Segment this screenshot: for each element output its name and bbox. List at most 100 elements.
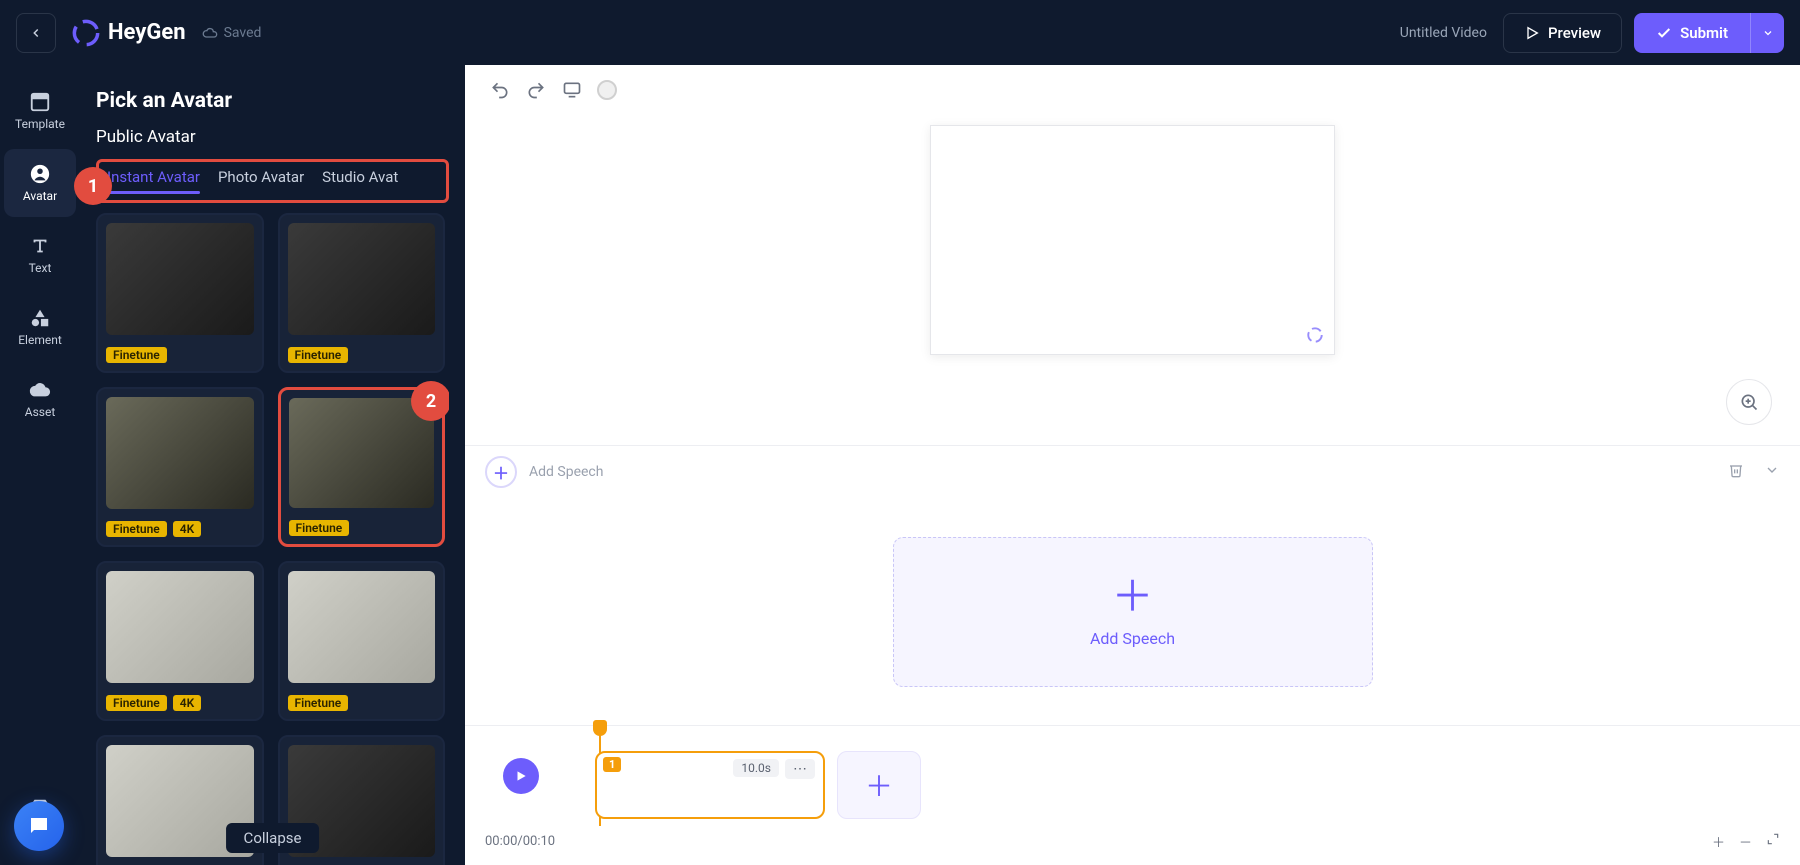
submit-group: Submit <box>1634 13 1784 53</box>
brand-logo: HeyGen <box>72 19 186 47</box>
add-speech-label: Add Speech <box>529 464 603 480</box>
left-rail: Template Avatar Text Element Asset Prici… <box>0 65 80 865</box>
panel-subtitle: Public Avatar <box>96 127 449 147</box>
rail-asset[interactable]: Asset <box>4 365 76 433</box>
add-speech-chip[interactable]: ＋ <box>485 456 517 488</box>
timeline-clip[interactable]: 1 10.0s ⋯ <box>595 751 825 819</box>
avatar-thumbnail <box>106 223 254 335</box>
avatar-card[interactable]: Finetune 4K <box>96 561 264 721</box>
play-icon <box>1524 25 1540 41</box>
redo-icon <box>526 80 546 100</box>
plus-icon: ＋ <box>1111 577 1153 619</box>
text-icon <box>29 235 51 257</box>
background-toggle[interactable] <box>597 80 617 100</box>
undo-icon <box>490 80 510 100</box>
cloud-upload-icon <box>29 379 51 401</box>
avatar-thumbnail <box>288 223 436 335</box>
play-button[interactable] <box>503 758 539 794</box>
cloud-icon <box>202 25 218 41</box>
delete-speech-button[interactable] <box>1728 462 1744 482</box>
tab-photo-avatar[interactable]: Photo Avatar <box>218 168 304 192</box>
clip-duration: 10.0s <box>733 759 779 777</box>
zoom-icon <box>1739 392 1759 412</box>
video-title[interactable]: Untitled Video <box>1400 25 1487 41</box>
badge-finetune: Finetune <box>288 347 349 363</box>
expand-speech-button[interactable] <box>1764 462 1780 482</box>
speech-zone: ＋ Add Speech <box>465 497 1800 725</box>
avatar-thumbnail <box>289 398 435 508</box>
clip-index: 1 <box>603 757 621 772</box>
chevron-down-icon <box>1762 27 1774 39</box>
fit-button[interactable] <box>1766 832 1780 851</box>
badge-finetune: Finetune <box>288 695 349 711</box>
avatar-panel: Pick an Avatar Public Avatar 1 Instant A… <box>80 65 465 865</box>
check-icon <box>1656 25 1672 41</box>
expand-icon <box>1766 832 1780 846</box>
tab-studio-avatar[interactable]: Studio Avat <box>322 168 398 192</box>
brand-name: HeyGen <box>108 20 186 45</box>
top-bar-right: Untitled Video Preview Submit <box>1400 13 1784 53</box>
avatar-grid: Finetune Finetune Finetune 4K 2 Finetune <box>96 213 449 865</box>
help-chat-button[interactable] <box>14 801 64 851</box>
play-icon <box>514 769 528 783</box>
aspect-button[interactable] <box>561 79 583 101</box>
avatar-type-tabs: Instant Avatar Photo Avatar Studio Avat <box>96 159 449 203</box>
badge-4k: 4K <box>173 521 201 537</box>
add-speech-card[interactable]: ＋ Add Speech <box>893 537 1373 687</box>
template-icon <box>29 91 51 113</box>
clip-more-button[interactable]: ⋯ <box>785 759 815 779</box>
timeline-footer: 00:00/00:10 ＋ － <box>465 826 1800 856</box>
editor-area: ＋ Add Speech ＋ Add Speech <box>465 65 1800 865</box>
submit-label: Submit <box>1680 24 1728 42</box>
avatar-card[interactable]: Finetune <box>96 213 264 373</box>
save-status-text: Saved <box>224 25 262 41</box>
avatar-thumbnail <box>288 571 436 683</box>
speech-toolbar: ＋ Add Speech <box>465 445 1800 497</box>
watermark-icon <box>1306 326 1324 344</box>
panel-title: Pick an Avatar <box>96 89 449 113</box>
heygen-logo-icon <box>72 19 100 47</box>
badge-finetune: Finetune <box>289 520 350 536</box>
avatar-card[interactable]: Finetune 4K <box>96 387 264 547</box>
timeline-track: 1 10.0s ⋯ ＋ <box>465 726 1800 826</box>
video-canvas[interactable] <box>930 125 1335 355</box>
avatar-icon <box>29 163 51 185</box>
canvas-stage <box>465 115 1800 445</box>
add-clip-button[interactable]: ＋ <box>837 751 921 819</box>
rail-avatar-label: Avatar <box>23 189 57 203</box>
badge-finetune: Finetune <box>106 347 167 363</box>
trash-icon <box>1728 462 1744 478</box>
badge-4k: 4K <box>173 695 201 711</box>
tab-instant-avatar[interactable]: Instant Avatar <box>107 168 200 192</box>
shapes-icon <box>29 307 51 329</box>
rail-avatar[interactable]: Avatar <box>4 149 76 217</box>
playhead[interactable] <box>593 720 607 742</box>
rail-template[interactable]: Template <box>4 77 76 145</box>
zoom-out-button[interactable]: － <box>1739 832 1752 851</box>
zoom-button[interactable] <box>1726 379 1772 425</box>
rail-asset-label: Asset <box>25 405 56 419</box>
rail-text-label: Text <box>29 261 52 275</box>
undo-button[interactable] <box>489 79 511 101</box>
back-button[interactable] <box>16 13 56 53</box>
submit-button[interactable]: Submit <box>1634 13 1750 53</box>
collapse-button[interactable]: Collapse <box>226 823 320 853</box>
zoom-in-button[interactable]: ＋ <box>1712 832 1725 851</box>
chevron-down-icon <box>1764 462 1780 478</box>
top-bar-left: HeyGen Saved <box>16 13 261 53</box>
badge-finetune: Finetune <box>106 521 167 537</box>
avatar-card[interactable]: Finetune <box>278 561 446 721</box>
avatar-card[interactable]: Finetune <box>278 213 446 373</box>
preview-button[interactable]: Preview <box>1503 13 1622 53</box>
rail-text[interactable]: Text <box>4 221 76 289</box>
time-display: 00:00/00:10 <box>485 834 555 849</box>
redo-button[interactable] <box>525 79 547 101</box>
canvas-toolbar <box>465 65 1800 115</box>
save-status: Saved <box>202 25 262 41</box>
main-area: Template Avatar Text Element Asset Prici… <box>0 65 1800 865</box>
rail-element[interactable]: Element <box>4 293 76 361</box>
callout-1: 1 <box>74 167 112 205</box>
submit-more-button[interactable] <box>1750 13 1784 53</box>
rail-element-label: Element <box>18 333 62 347</box>
timeline: 1 10.0s ⋯ ＋ 00:00/00:10 ＋ － <box>465 725 1800 865</box>
